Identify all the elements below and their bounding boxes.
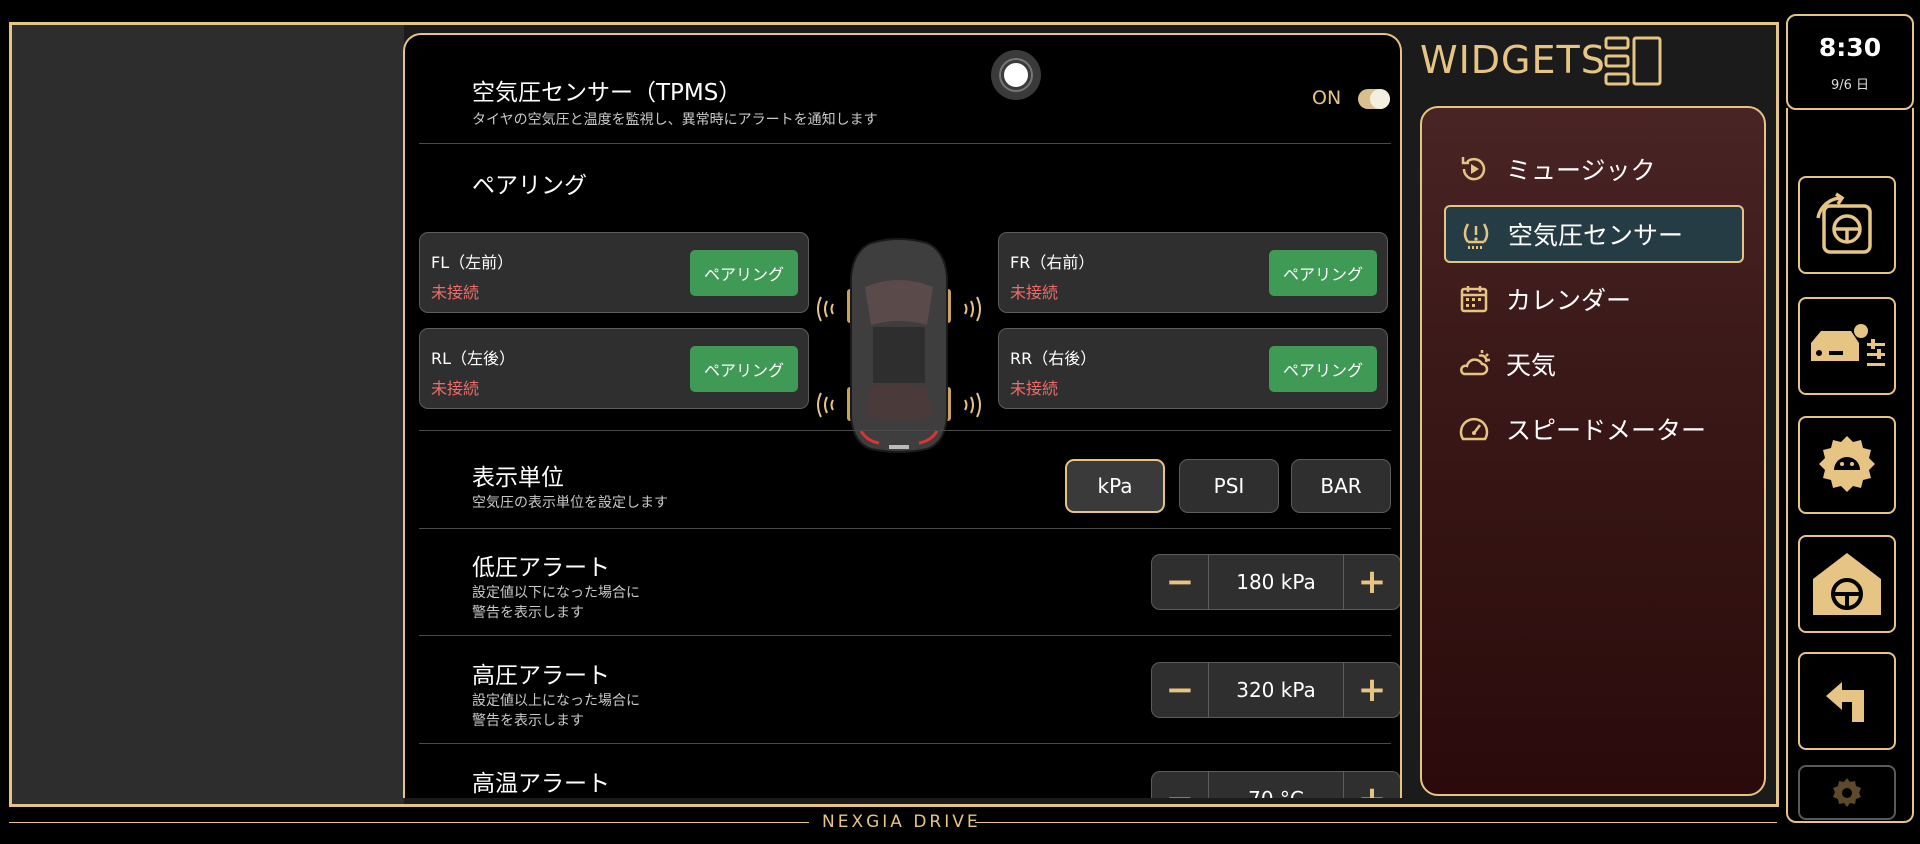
- widgets-list: ミュージック 空気圧センサー カレンダー 天気 スピードメーター: [1420, 106, 1766, 796]
- tire-status: 未接続: [431, 283, 480, 302]
- back-icon: [1826, 682, 1864, 722]
- low-alert-desc-2: 警告を表示します: [472, 605, 584, 621]
- tire-status: 未接続: [431, 379, 480, 398]
- app-screen: 空気圧センサー（TPMS） タイヤの空気圧と温度を監視し、異常時にアラートを通知…: [0, 0, 1920, 844]
- tire-position-label: RR（右後）: [1010, 349, 1097, 368]
- car-settings-button[interactable]: [1798, 297, 1896, 395]
- high-alert-stepper: − 320 kPa +: [1151, 662, 1400, 718]
- decrement-button[interactable]: −: [1152, 555, 1208, 609]
- brand-line-right: [975, 822, 1777, 823]
- divider: [419, 528, 1391, 529]
- widgets-title: WIDGETS: [1420, 38, 1606, 82]
- gear-icon: [1833, 777, 1861, 807]
- settings-button[interactable]: [1798, 765, 1896, 820]
- pair-button-rr[interactable]: ペアリング: [1269, 346, 1377, 392]
- pair-button-fr[interactable]: ペアリング: [1269, 250, 1377, 296]
- widget-label: 天気: [1506, 351, 1557, 380]
- clock-panel: 8:30 9/6 日: [1786, 14, 1914, 110]
- tire-status: 未接続: [1010, 283, 1059, 302]
- garage-steering-icon: [1813, 553, 1881, 615]
- unit-psi-button[interactable]: PSI: [1179, 459, 1279, 513]
- increment-button[interactable]: +: [1344, 772, 1400, 798]
- divider: [419, 743, 1391, 744]
- music-replay-icon: [1456, 151, 1492, 187]
- divider: [419, 143, 1391, 144]
- unit-kpa-button[interactable]: kPa: [1065, 459, 1165, 513]
- tpms-toggle[interactable]: [1358, 89, 1390, 109]
- tire-position-label: FL（左前）: [431, 253, 514, 272]
- widget-item-speedometer[interactable]: スピードメーター: [1444, 400, 1744, 458]
- divider: [419, 635, 1391, 636]
- tpms-title: 空気圧センサー（TPMS）: [472, 80, 742, 106]
- pairing-title: ペアリング: [472, 173, 587, 199]
- increment-button[interactable]: +: [1344, 663, 1400, 717]
- weather-icon: [1456, 346, 1492, 382]
- widget-label: 空気圧センサー: [1508, 221, 1684, 250]
- temp-alert-title: 高温アラート: [472, 771, 610, 797]
- decrement-button[interactable]: −: [1152, 663, 1208, 717]
- car-top-view-icon: [817, 238, 981, 453]
- temp-alert-value: 70 °C: [1208, 772, 1344, 798]
- home-button[interactable]: [1798, 535, 1896, 633]
- tire-position-label: FR（右前）: [1010, 253, 1095, 272]
- decrement-button[interactable]: −: [1152, 772, 1208, 798]
- units-subtitle: 空気圧の表示単位を設定します: [472, 495, 668, 511]
- pair-button-fl[interactable]: ペアリング: [690, 250, 798, 296]
- calendar-icon: [1456, 281, 1492, 317]
- increment-button[interactable]: +: [1344, 555, 1400, 609]
- tire-position-label: RL（左後）: [431, 349, 516, 368]
- android-settings-icon: [1819, 436, 1875, 492]
- toggle-state-label: ON: [1312, 87, 1342, 109]
- low-alert-title: 低圧アラート: [472, 555, 610, 581]
- high-alert-desc-1: 設定値以上になった場合に: [472, 693, 640, 709]
- car-settings-icon: [1811, 324, 1885, 366]
- tire-card-rl: RL（左後） 未接続 ペアリング: [419, 328, 809, 409]
- blank-area: [12, 25, 404, 804]
- widget-item-music[interactable]: ミュージック: [1444, 140, 1744, 198]
- steering-switch-icon: [1816, 192, 1872, 254]
- tire-card-fl: FL（左前） 未接続 ペアリング: [419, 232, 809, 313]
- widget-layout-icon[interactable]: [1604, 36, 1662, 88]
- widget-item-calendar[interactable]: カレンダー: [1444, 270, 1744, 328]
- pair-button-rl[interactable]: ペアリング: [690, 346, 798, 392]
- clock-date: 9/6 日: [1830, 78, 1870, 93]
- tire-status: 未接続: [1010, 379, 1059, 398]
- brand-footer: NEXGIA DRIVE: [0, 812, 1787, 832]
- high-alert-title: 高圧アラート: [472, 663, 610, 689]
- back-button[interactable]: [1798, 652, 1896, 750]
- temp-alert-stepper: − 70 °C +: [1151, 771, 1400, 798]
- tire-pressure-icon: [1458, 216, 1494, 252]
- widget-label: カレンダー: [1506, 286, 1632, 315]
- widget-label: スピードメーター: [1506, 416, 1707, 445]
- units-title: 表示単位: [472, 465, 564, 491]
- brand-name: NEXGIA DRIVE: [822, 812, 981, 832]
- low-alert-value: 180 kPa: [1208, 555, 1344, 609]
- brand-line-left: [9, 822, 809, 823]
- tpms-subtitle: タイヤの空気圧と温度を監視し、異常時にアラートを通知します: [472, 112, 878, 128]
- unit-bar-button[interactable]: BAR: [1291, 459, 1391, 513]
- android-settings-button[interactable]: [1798, 416, 1896, 514]
- widget-item-tpms[interactable]: 空気圧センサー: [1444, 205, 1744, 263]
- tire-card-fr: FR（右前） 未接続 ペアリング: [998, 232, 1388, 313]
- tire-card-rr: RR（右後） 未接続 ペアリング: [998, 328, 1388, 409]
- high-alert-desc-2: 警告を表示します: [472, 713, 584, 729]
- clock-time: 8:30: [1818, 33, 1882, 62]
- divider: [419, 430, 1391, 431]
- widget-label: ミュージック: [1506, 156, 1656, 185]
- speedometer-icon: [1456, 411, 1492, 447]
- tpms-settings-panel: 空気圧センサー（TPMS） タイヤの空気圧と温度を監視し、異常時にアラートを通知…: [403, 33, 1402, 798]
- low-alert-stepper: − 180 kPa +: [1151, 554, 1400, 610]
- low-alert-desc-1: 設定値以下になった場合に: [472, 585, 640, 601]
- high-alert-value: 320 kPa: [1208, 663, 1344, 717]
- widget-item-weather[interactable]: 天気: [1444, 335, 1744, 393]
- steering-switch-button[interactable]: [1798, 176, 1896, 274]
